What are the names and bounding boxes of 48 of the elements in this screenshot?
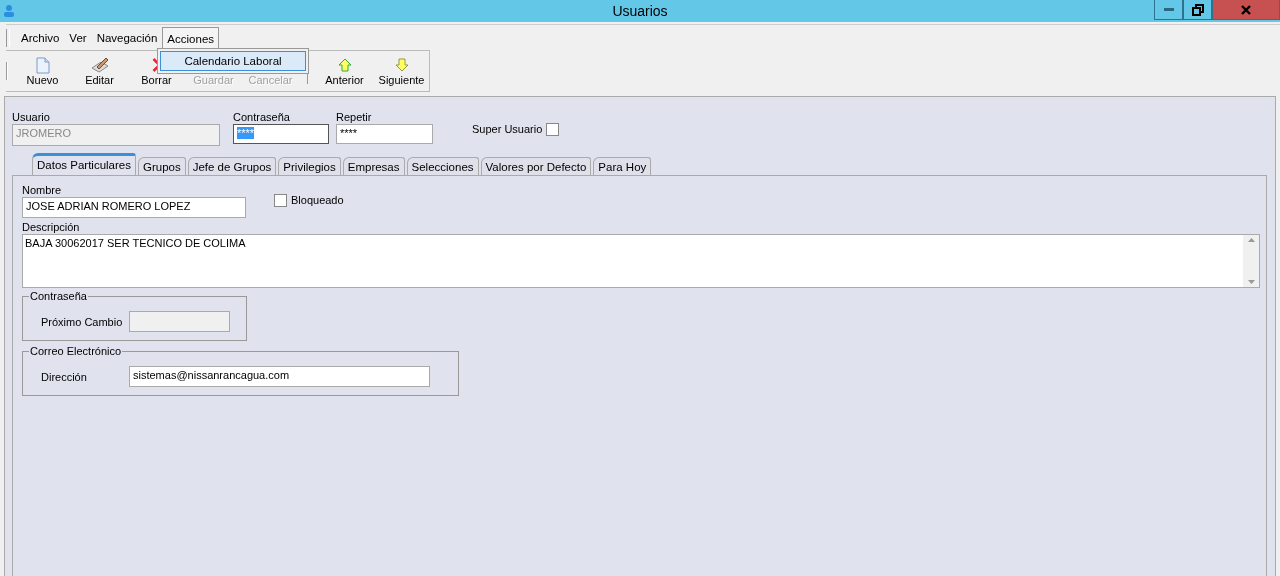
tab[interactable]: Jefe de Grupos [187, 157, 277, 175]
tab[interactable]: Valores por Defecto [480, 157, 592, 175]
restore-button[interactable] [1183, 0, 1212, 20]
field-label: Dirección [41, 370, 88, 383]
toolbar-button[interactable]: Editar [71, 54, 128, 88]
menu-item[interactable]: Archivo [16, 27, 65, 48]
tab[interactable]: Privilegios [278, 157, 341, 175]
password-field[interactable]: **** [336, 124, 433, 144]
field-label: Próximo Cambio [41, 315, 124, 328]
toolbar-button[interactable]: Siguiente [373, 54, 430, 88]
field-label: Nombre [22, 184, 63, 197]
name-field[interactable]: JOSE ADRIAN ROMERO LOPEZ [22, 197, 246, 218]
app-icon [4, 5, 14, 17]
tab[interactable]: Selecciones [406, 157, 479, 175]
description-field[interactable]: BAJA 30062017 SER TECNICO DE COLIMA [22, 234, 1260, 288]
email-field[interactable]: sistemas@nissanrancagua.com [129, 366, 430, 387]
down-arrow-icon [394, 58, 409, 72]
close-icon [1241, 4, 1251, 15]
tab[interactable]: Para Hoy [593, 157, 652, 175]
scroll-up-icon[interactable] [1247, 238, 1255, 242]
menu-item[interactable]: Ver [64, 27, 92, 48]
field-label: Usuario [12, 111, 51, 124]
menu-item[interactable]: Navegación [91, 27, 163, 48]
checkbox-label: Bloqueado [291, 194, 344, 207]
window-title: Usuarios [611, 2, 669, 21]
minimize-icon [1163, 8, 1174, 11]
toolbar-button[interactable]: Anterior [316, 54, 373, 88]
up-arrow-icon [337, 58, 352, 72]
scrollbar[interactable] [1243, 235, 1259, 287]
menu-item[interactable]: Calendario Laboral [160, 51, 306, 71]
field-label: Contraseña [233, 111, 291, 124]
menu-item[interactable]: Acciones [162, 26, 220, 49]
tab[interactable]: Empresas [342, 157, 405, 175]
field-label: Descripción [22, 221, 81, 234]
scroll-down-icon[interactable] [1247, 280, 1255, 284]
group-title: Correo Electrónico [29, 345, 123, 357]
pencil-icon [90, 56, 109, 74]
document-icon [35, 56, 50, 74]
toolbar-button[interactable]: Nuevo [14, 54, 71, 88]
field-label: Repetir [336, 111, 373, 124]
restore-icon [1191, 3, 1204, 16]
tab[interactable]: Datos Particulares [32, 153, 136, 175]
checkbox-label: Super Usuario [472, 123, 543, 136]
group-title: Contraseña [29, 290, 88, 302]
checkbox[interactable] [546, 123, 560, 136]
close-button[interactable] [1212, 0, 1280, 20]
checkbox[interactable] [274, 194, 287, 207]
tab[interactable]: Grupos [137, 157, 186, 175]
